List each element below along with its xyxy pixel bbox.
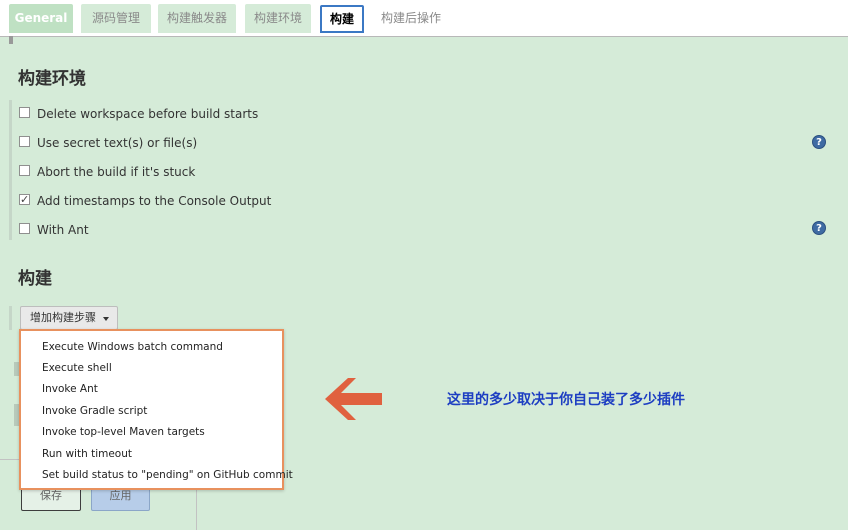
add-build-step-label: 增加构建步骤 <box>30 311 96 324</box>
checkbox[interactable] <box>19 136 30 147</box>
option-add-timestamps[interactable]: ✓ Add timestamps to the Console Output <box>19 193 271 211</box>
menu-item-run-with-timeout[interactable]: Run with timeout <box>42 448 132 460</box>
add-build-step-button[interactable]: 增加构建步骤 <box>20 306 118 330</box>
caret-down-icon <box>103 317 109 321</box>
config-tab-bar: General 源码管理 构建触发器 构建环境 构建 构建后操作 <box>0 0 848 37</box>
tab-source-management[interactable]: 源码管理 <box>81 4 151 33</box>
option-delete-workspace[interactable]: Delete workspace before build starts <box>19 106 258 124</box>
option-with-ant[interactable]: With Ant <box>19 222 89 240</box>
help-icon[interactable]: ? <box>812 135 826 149</box>
checkbox[interactable] <box>19 107 30 118</box>
section-indicator <box>9 100 12 240</box>
option-secret-text[interactable]: Use secret text(s) or file(s) <box>19 135 197 153</box>
checkbox[interactable] <box>19 223 30 234</box>
option-label: Add timestamps to the Console Output <box>37 194 272 208</box>
tab-general[interactable]: General <box>9 4 73 33</box>
build-environment-title: 构建环境 <box>18 69 86 89</box>
build-title: 构建 <box>18 269 52 289</box>
build-step-dropdown-menu: Execute Windows batch command Execute sh… <box>19 329 293 490</box>
section-indicator <box>9 306 12 330</box>
option-abort-stuck[interactable]: Abort the build if it's stuck <box>19 164 195 182</box>
checkbox-checked[interactable]: ✓ <box>19 194 30 205</box>
option-label: Abort the build if it's stuck <box>37 165 196 179</box>
annotation-note: 这里的多少取决于你自己装了多少插件 <box>447 392 685 408</box>
tab-build-environment[interactable]: 构建环境 <box>245 4 311 33</box>
tab-build-triggers[interactable]: 构建触发器 <box>158 4 236 33</box>
section-edge-mark <box>9 36 13 44</box>
menu-item-windows-batch[interactable]: Execute Windows batch command <box>42 341 223 353</box>
option-label: Delete workspace before build starts <box>37 107 259 121</box>
menu-item-invoke-maven[interactable]: Invoke top-level Maven targets <box>42 426 205 438</box>
checkbox[interactable] <box>19 165 30 176</box>
menu-item-execute-shell[interactable]: Execute shell <box>42 362 112 374</box>
tab-post-build-actions[interactable]: 构建后操作 <box>372 4 450 33</box>
menu-item-invoke-ant[interactable]: Invoke Ant <box>42 383 98 395</box>
option-label: With Ant <box>37 223 89 237</box>
tab-build[interactable]: 构建 <box>320 5 364 33</box>
menu-item-github-pending-status[interactable]: Set build status to "pending" on GitHub … <box>42 469 293 481</box>
option-label: Use secret text(s) or file(s) <box>37 136 198 150</box>
menu-item-invoke-gradle[interactable]: Invoke Gradle script <box>42 405 147 417</box>
left-arrow-icon <box>325 378 382 420</box>
help-icon[interactable]: ? <box>812 221 826 235</box>
